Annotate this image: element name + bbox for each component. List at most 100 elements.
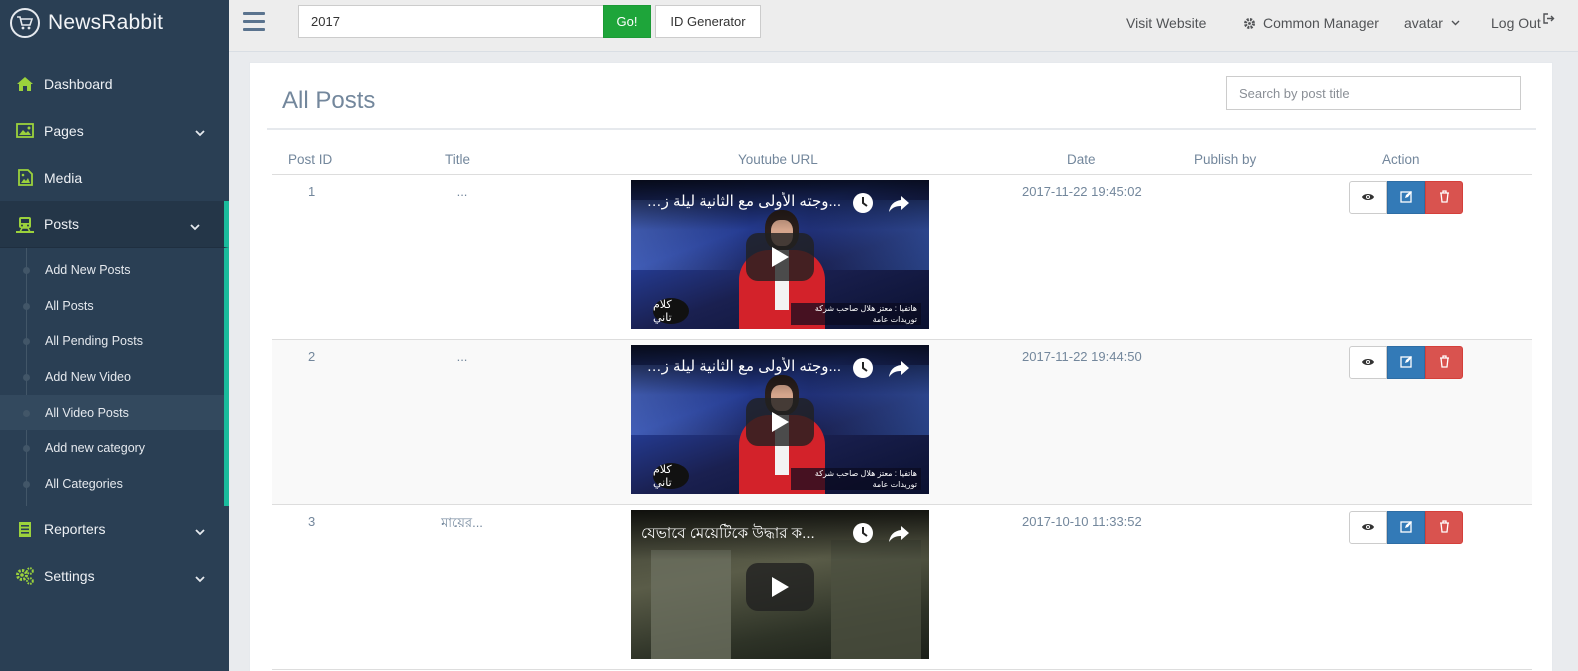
sidebar-item-reporters[interactable]: Reporters: [0, 506, 229, 553]
posts-submenu: Add New Posts All Posts All Pending Post…: [0, 248, 229, 506]
play-icon[interactable]: [746, 563, 814, 611]
submenu-add-new-video[interactable]: Add New Video: [0, 359, 224, 395]
user-menu[interactable]: avatar: [1404, 15, 1460, 31]
edit-button[interactable]: [1387, 181, 1425, 214]
delete-button[interactable]: [1425, 346, 1463, 379]
sidebar-item-label: Reporters: [44, 521, 106, 538]
post-id: 2: [308, 349, 316, 364]
sidebar-item-label: Dashboard: [44, 75, 113, 92]
edit-icon: [1399, 520, 1413, 536]
edit-button[interactable]: [1387, 511, 1425, 544]
menu-toggle-icon[interactable]: [243, 12, 265, 32]
sidebar-item-label: Pages: [44, 122, 84, 139]
train-icon: [15, 215, 35, 233]
video-title[interactable]: ...وجته الأولى مع الثانية ليلة زفافه: [641, 192, 841, 210]
trash-icon: [1439, 189, 1450, 206]
chevron-down-icon: [195, 124, 205, 140]
logout-link[interactable]: Log Out: [1491, 12, 1555, 31]
video-lower-third: هاتفيا : معتز هلال صاحب شركة توريدات عام…: [791, 303, 921, 325]
youtube-embed[interactable]: ...وجته الأولى مع الثانية ليلة زفافه كلا…: [631, 345, 929, 494]
submenu-add-new-category[interactable]: Add new category: [0, 430, 224, 466]
sidebar-item-label: Media: [44, 169, 83, 186]
visit-website-label: Visit Website: [1126, 15, 1207, 31]
brand[interactable]: NewsRabbit: [0, 0, 229, 46]
edit-icon: [1399, 355, 1413, 371]
visit-website-link[interactable]: Visit Website: [1126, 15, 1206, 31]
column-header: Title: [445, 152, 471, 167]
edit-button[interactable]: [1387, 346, 1425, 379]
submenu-all-categories[interactable]: All Categories: [0, 466, 224, 502]
chevron-down-icon: [195, 523, 205, 539]
table-header: Post ID Title Youtube URL Date Publish b…: [272, 145, 1532, 175]
sign-out-icon: [1543, 12, 1555, 24]
post-title: ...: [456, 349, 468, 364]
youtube-embed[interactable]: ...وجته الأولى مع الثانية ليلة زفافه كلا…: [631, 180, 929, 329]
table-row: 3 মায়ের... যেভাবে মেয়েটিকে উদ্ধার ক...…: [272, 505, 1532, 670]
home-icon: [15, 75, 35, 93]
trash-icon: [1439, 354, 1450, 371]
play-icon[interactable]: [746, 233, 814, 281]
row-actions: [1349, 511, 1463, 544]
content-panel: All Posts Post ID Title Youtube URL Date…: [249, 62, 1553, 671]
sidebar-item-posts[interactable]: Posts: [0, 201, 229, 248]
view-button[interactable]: [1349, 346, 1387, 379]
gear-icon: [1243, 17, 1256, 30]
share-icon[interactable]: [888, 522, 910, 544]
chevron-down-icon: [190, 218, 200, 234]
sidebar-item-media[interactable]: Media: [0, 154, 229, 201]
youtube-embed[interactable]: যেভাবে মেয়েটিকে উদ্ধার ক...: [631, 510, 929, 659]
view-button[interactable]: [1349, 511, 1387, 544]
sidebar-nav: Dashboard Pages Media Posts Add New Post…: [0, 60, 229, 600]
image-icon: [15, 122, 35, 140]
view-button[interactable]: [1349, 181, 1387, 214]
video-title[interactable]: যেভাবে মেয়েটিকে উদ্ধার ক...: [641, 522, 841, 547]
watch-later-icon[interactable]: [852, 522, 874, 544]
row-actions: [1349, 181, 1463, 214]
column-header: Youtube URL: [738, 152, 818, 167]
media-file-icon: [15, 169, 35, 187]
post-title-search-input[interactable]: [1226, 76, 1521, 110]
delete-button[interactable]: [1425, 181, 1463, 214]
column-header: Date: [1067, 152, 1096, 167]
play-icon[interactable]: [746, 398, 814, 446]
share-icon[interactable]: [888, 357, 910, 379]
sidebar-item-label: Settings: [44, 568, 95, 585]
post-date: 2017-10-10 11:33:52: [1022, 514, 1142, 529]
table-row: 2 ... ...وجته الأولى مع الثانية ليلة زفا…: [272, 340, 1532, 505]
sidebar: NewsRabbit Dashboard Pages Media Posts A…: [0, 0, 229, 671]
common-manager-link[interactable]: Common Manager: [1243, 15, 1379, 31]
post-date: 2017-11-22 19:44:50: [1022, 349, 1142, 364]
submenu-all-pending-posts[interactable]: All Pending Posts: [0, 323, 224, 359]
user-name: avatar: [1404, 15, 1443, 31]
chevron-down-icon: [195, 570, 205, 586]
video-title[interactable]: ...وجته الأولى مع الثانية ليلة زفافه: [641, 357, 841, 375]
channel-logo: كلام تاني: [653, 463, 689, 489]
channel-logo: كلام تاني: [653, 298, 689, 324]
sidebar-item-pages[interactable]: Pages: [0, 107, 229, 154]
eye-icon: [1361, 520, 1375, 535]
video-lower-third: هاتفيا : معتز هلال صاحب شركة توريدات عام…: [791, 468, 921, 490]
sidebar-item-dashboard[interactable]: Dashboard: [0, 60, 229, 107]
top-navbar: Go! ID Generator Visit Website Common Ma…: [229, 0, 1578, 52]
divider: [267, 128, 1536, 130]
sidebar-item-settings[interactable]: Settings: [0, 553, 229, 600]
logout-label: Log Out: [1491, 15, 1541, 31]
row-actions: [1349, 346, 1463, 379]
eye-icon: [1361, 355, 1375, 370]
column-header: Publish by: [1194, 152, 1257, 167]
post-id: 3: [308, 514, 316, 529]
id-generator-button[interactable]: ID Generator: [655, 5, 761, 38]
watch-later-icon[interactable]: [852, 192, 874, 214]
column-header: Post ID: [288, 152, 333, 167]
page-title: All Posts: [282, 87, 376, 114]
share-icon[interactable]: [888, 192, 910, 214]
submenu-all-posts[interactable]: All Posts: [0, 288, 224, 324]
ledger-icon: [15, 520, 35, 538]
top-search-input[interactable]: [298, 5, 604, 38]
go-button[interactable]: Go!: [603, 5, 651, 38]
edit-icon: [1399, 190, 1413, 206]
submenu-all-video-posts[interactable]: All Video Posts: [0, 394, 224, 431]
watch-later-icon[interactable]: [852, 357, 874, 379]
submenu-add-new-posts[interactable]: Add New Posts: [0, 252, 224, 288]
delete-button[interactable]: [1425, 511, 1463, 544]
